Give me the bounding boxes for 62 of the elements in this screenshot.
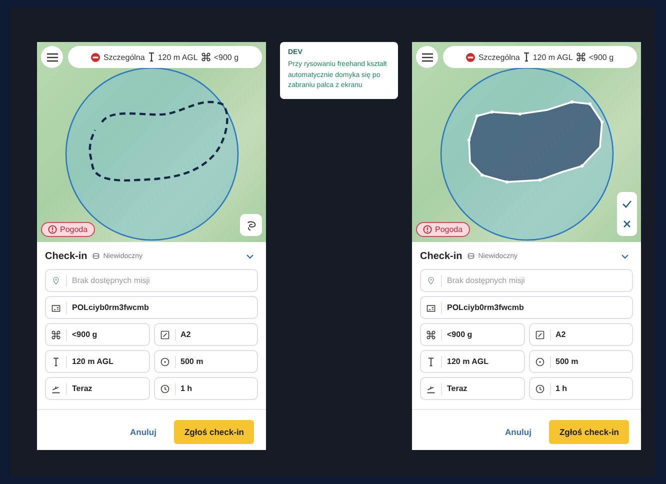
form-field[interactable]: POLciyb0rm3fwcmb xyxy=(45,296,258,319)
submit-checkin-button[interactable]: Zgłoś check-in xyxy=(549,420,629,444)
chevron-down-icon[interactable] xyxy=(621,254,629,258)
weight-label: <900 g xyxy=(214,52,239,62)
cancel-button[interactable]: Anuluj xyxy=(126,423,160,441)
form-field[interactable]: 120 m AGL xyxy=(45,350,150,373)
form-field[interactable]: A2 xyxy=(528,323,633,346)
clock-icon xyxy=(160,384,170,394)
weight-label: <900 g xyxy=(588,52,614,62)
id-card-icon xyxy=(51,302,61,312)
altitude-label: 120 m AGL xyxy=(158,52,198,62)
clock-icon xyxy=(534,384,544,394)
form-field[interactable]: <900 g xyxy=(45,323,150,346)
form-field[interactable]: Teraz xyxy=(45,377,150,400)
lasso-icon xyxy=(246,220,256,230)
radius-icon xyxy=(160,356,170,366)
no-entry-icon xyxy=(91,52,100,62)
flight-info-bar[interactable]: Szczególna 120 m AGL <900 g xyxy=(443,46,637,68)
edit-document-icon xyxy=(160,330,170,340)
chevron-down-icon[interactable] xyxy=(246,254,254,258)
flight-info-bar[interactable]: Szczególna 120 m AGL <900 g xyxy=(68,46,262,68)
check-icon xyxy=(622,200,632,208)
panel-title: Check-in xyxy=(420,250,462,262)
weather-button[interactable]: Pogoda xyxy=(416,222,470,237)
no-entry-icon xyxy=(466,52,476,62)
drone-icon xyxy=(200,52,211,62)
altitude-icon xyxy=(51,356,61,366)
radius-icon xyxy=(534,356,544,366)
form-field[interactable]: 1 h xyxy=(154,377,258,400)
edit-document-icon xyxy=(534,330,544,340)
form-field[interactable]: <900 g xyxy=(420,323,524,346)
weather-button[interactable]: Pogoda xyxy=(41,222,95,237)
zone-label: Szczególna xyxy=(478,52,520,62)
form-field[interactable]: A2 xyxy=(154,323,258,346)
form-field[interactable]: POLciyb0rm3fwcmb xyxy=(420,296,633,319)
panel-title: Check-in xyxy=(45,250,88,262)
map-pin-icon xyxy=(51,276,61,286)
menu-icon xyxy=(46,52,58,62)
drone-icon xyxy=(426,330,436,340)
form-field[interactable]: Teraz xyxy=(420,377,524,400)
form-field[interactable]: 500 m xyxy=(528,350,633,373)
takeoff-icon xyxy=(426,384,436,394)
alert-icon xyxy=(423,225,432,234)
zone-label: Szczególna xyxy=(103,52,145,62)
altitude-icon xyxy=(522,52,530,62)
altitude-label: 120 m AGL xyxy=(532,52,573,62)
takeoff-icon xyxy=(51,384,61,394)
altitude-icon xyxy=(426,356,436,366)
form-field[interactable]: 120 m AGL xyxy=(420,350,524,373)
form-field[interactable]: 500 m xyxy=(154,350,258,373)
alert-icon xyxy=(48,225,57,234)
drone-icon xyxy=(51,330,61,340)
form-field[interactable]: 1 h xyxy=(528,377,633,400)
map-pin-icon xyxy=(426,276,436,286)
cancel-button[interactable]: Anuluj xyxy=(501,423,536,441)
drone-icon xyxy=(576,52,586,62)
close-icon xyxy=(623,220,631,228)
altitude-icon xyxy=(148,52,155,62)
freehand-draw-button[interactable] xyxy=(240,214,262,236)
submit-checkin-button[interactable]: Zgłoś check-in xyxy=(174,420,254,444)
id-card-icon xyxy=(426,302,436,312)
menu-icon xyxy=(422,52,432,62)
